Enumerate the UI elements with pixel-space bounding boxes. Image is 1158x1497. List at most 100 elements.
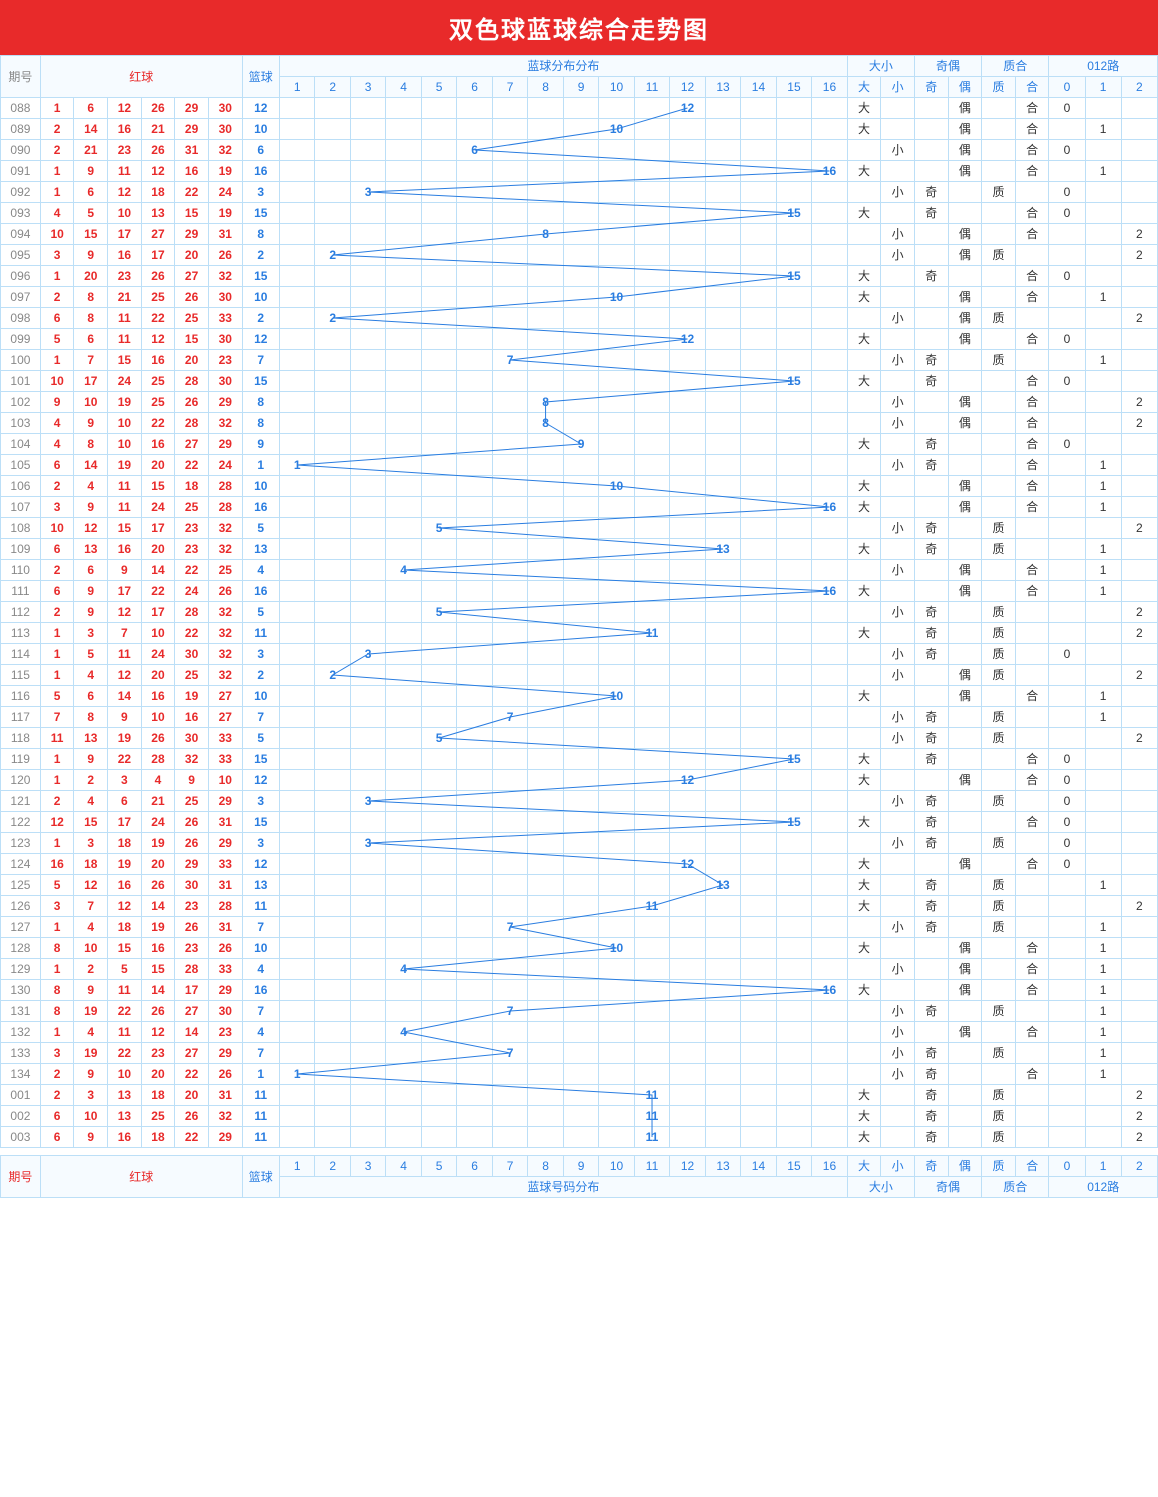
- dist-empty: [279, 980, 314, 1001]
- blue-ball: 10: [242, 476, 279, 497]
- dist-empty: [386, 455, 421, 476]
- dist-empty: [634, 392, 669, 413]
- dist-empty: [457, 287, 492, 308]
- dist-hit: 12: [670, 329, 705, 350]
- p012-0: [1049, 1064, 1085, 1085]
- qo-odd: 奇: [914, 455, 948, 476]
- dist-empty: [350, 1001, 385, 1022]
- dist-empty: [634, 707, 669, 728]
- blue-ball: 8: [242, 413, 279, 434]
- dist-empty: [457, 1001, 492, 1022]
- qo-odd: [914, 161, 948, 182]
- dist-empty: [315, 1106, 350, 1127]
- red-ball: 17: [74, 371, 108, 392]
- dist-empty: [599, 1127, 634, 1148]
- red-ball: 13: [74, 728, 108, 749]
- qo-even: [948, 1085, 982, 1106]
- dist-empty: [279, 812, 314, 833]
- data-row: 1131371022321111大奇质2: [1, 623, 1158, 644]
- dist-empty: [315, 350, 350, 371]
- dist-empty: [457, 707, 492, 728]
- dist-empty: [421, 980, 456, 1001]
- dist-empty: [812, 287, 848, 308]
- red-ball: 2: [40, 560, 74, 581]
- zh-comp: 合: [1015, 686, 1049, 707]
- red-ball: 1: [40, 182, 74, 203]
- dist-empty: [563, 686, 598, 707]
- dist-empty: [741, 140, 776, 161]
- foot-qo: 奇偶: [914, 1177, 981, 1198]
- p012-1: [1085, 413, 1121, 434]
- red-ball: 5: [40, 329, 74, 350]
- dist-empty: [634, 140, 669, 161]
- zh-prime: 质: [982, 602, 1016, 623]
- red-ball: 15: [108, 938, 142, 959]
- dist-empty: [492, 497, 527, 518]
- red-ball: 23: [208, 350, 242, 371]
- red-ball: 29: [208, 1043, 242, 1064]
- dist-empty: [741, 392, 776, 413]
- zh-prime: [982, 770, 1016, 791]
- blue-ball: 11: [242, 623, 279, 644]
- p012-0: [1049, 896, 1085, 917]
- blue-ball: 2: [242, 308, 279, 329]
- dist-empty: [670, 686, 705, 707]
- red-ball: 32: [208, 518, 242, 539]
- dist-empty: [315, 1043, 350, 1064]
- dist-empty: [350, 497, 385, 518]
- dist-empty: [812, 959, 848, 980]
- red-ball: 4: [40, 203, 74, 224]
- dist-empty: [386, 98, 421, 119]
- dist-empty: [776, 770, 811, 791]
- blue-ball: 16: [242, 980, 279, 1001]
- dist-hit: 3: [350, 644, 385, 665]
- red-ball: 20: [141, 665, 175, 686]
- red-ball: 22: [141, 581, 175, 602]
- dist-empty: [528, 266, 563, 287]
- dx-big: 大: [847, 287, 881, 308]
- p012-1: [1085, 1127, 1121, 1148]
- foot-dist-group: 蓝球号码分布: [279, 1177, 847, 1198]
- dist-empty: [350, 539, 385, 560]
- dist-hit: 3: [350, 182, 385, 203]
- dist-empty: [812, 539, 848, 560]
- dist-empty: [350, 749, 385, 770]
- period-cell: 001: [1, 1085, 41, 1106]
- dist-empty: [315, 329, 350, 350]
- dist-hit: 16: [812, 161, 848, 182]
- dist-hit: 7: [492, 350, 527, 371]
- data-row: 11811131926303355小奇质2: [1, 728, 1158, 749]
- dist-empty: [705, 434, 740, 455]
- dist-empty: [350, 434, 385, 455]
- dist-empty: [741, 119, 776, 140]
- dist-empty: [599, 1085, 634, 1106]
- p012-0: [1049, 1085, 1085, 1106]
- period-cell: 112: [1, 602, 41, 623]
- dist-empty: [670, 308, 705, 329]
- red-ball: 12: [141, 161, 175, 182]
- dist-empty: [457, 434, 492, 455]
- dist-empty: [315, 518, 350, 539]
- dist-empty: [528, 686, 563, 707]
- dx-big: 大: [847, 371, 881, 392]
- dist-hit: 5: [421, 518, 456, 539]
- dx-small: 小: [881, 1001, 915, 1022]
- dist-empty: [741, 329, 776, 350]
- p012-1: 1: [1085, 686, 1121, 707]
- dx-small: 小: [881, 707, 915, 728]
- red-ball: 16: [108, 1127, 142, 1148]
- red-ball: 2: [40, 791, 74, 812]
- dx-small: [881, 119, 915, 140]
- p012-0: 0: [1049, 644, 1085, 665]
- dist-empty: [528, 476, 563, 497]
- red-ball: 26: [175, 392, 209, 413]
- dist-col-1: 1: [279, 77, 314, 98]
- dist-empty: [528, 560, 563, 581]
- red-ball: 10: [74, 938, 108, 959]
- dist-empty: [279, 1127, 314, 1148]
- red-ball: 32: [208, 602, 242, 623]
- dist-empty: [386, 1064, 421, 1085]
- red-ball: 26: [208, 581, 242, 602]
- dist-empty: [741, 644, 776, 665]
- data-row: 09956111215301212大偶合0: [1, 329, 1158, 350]
